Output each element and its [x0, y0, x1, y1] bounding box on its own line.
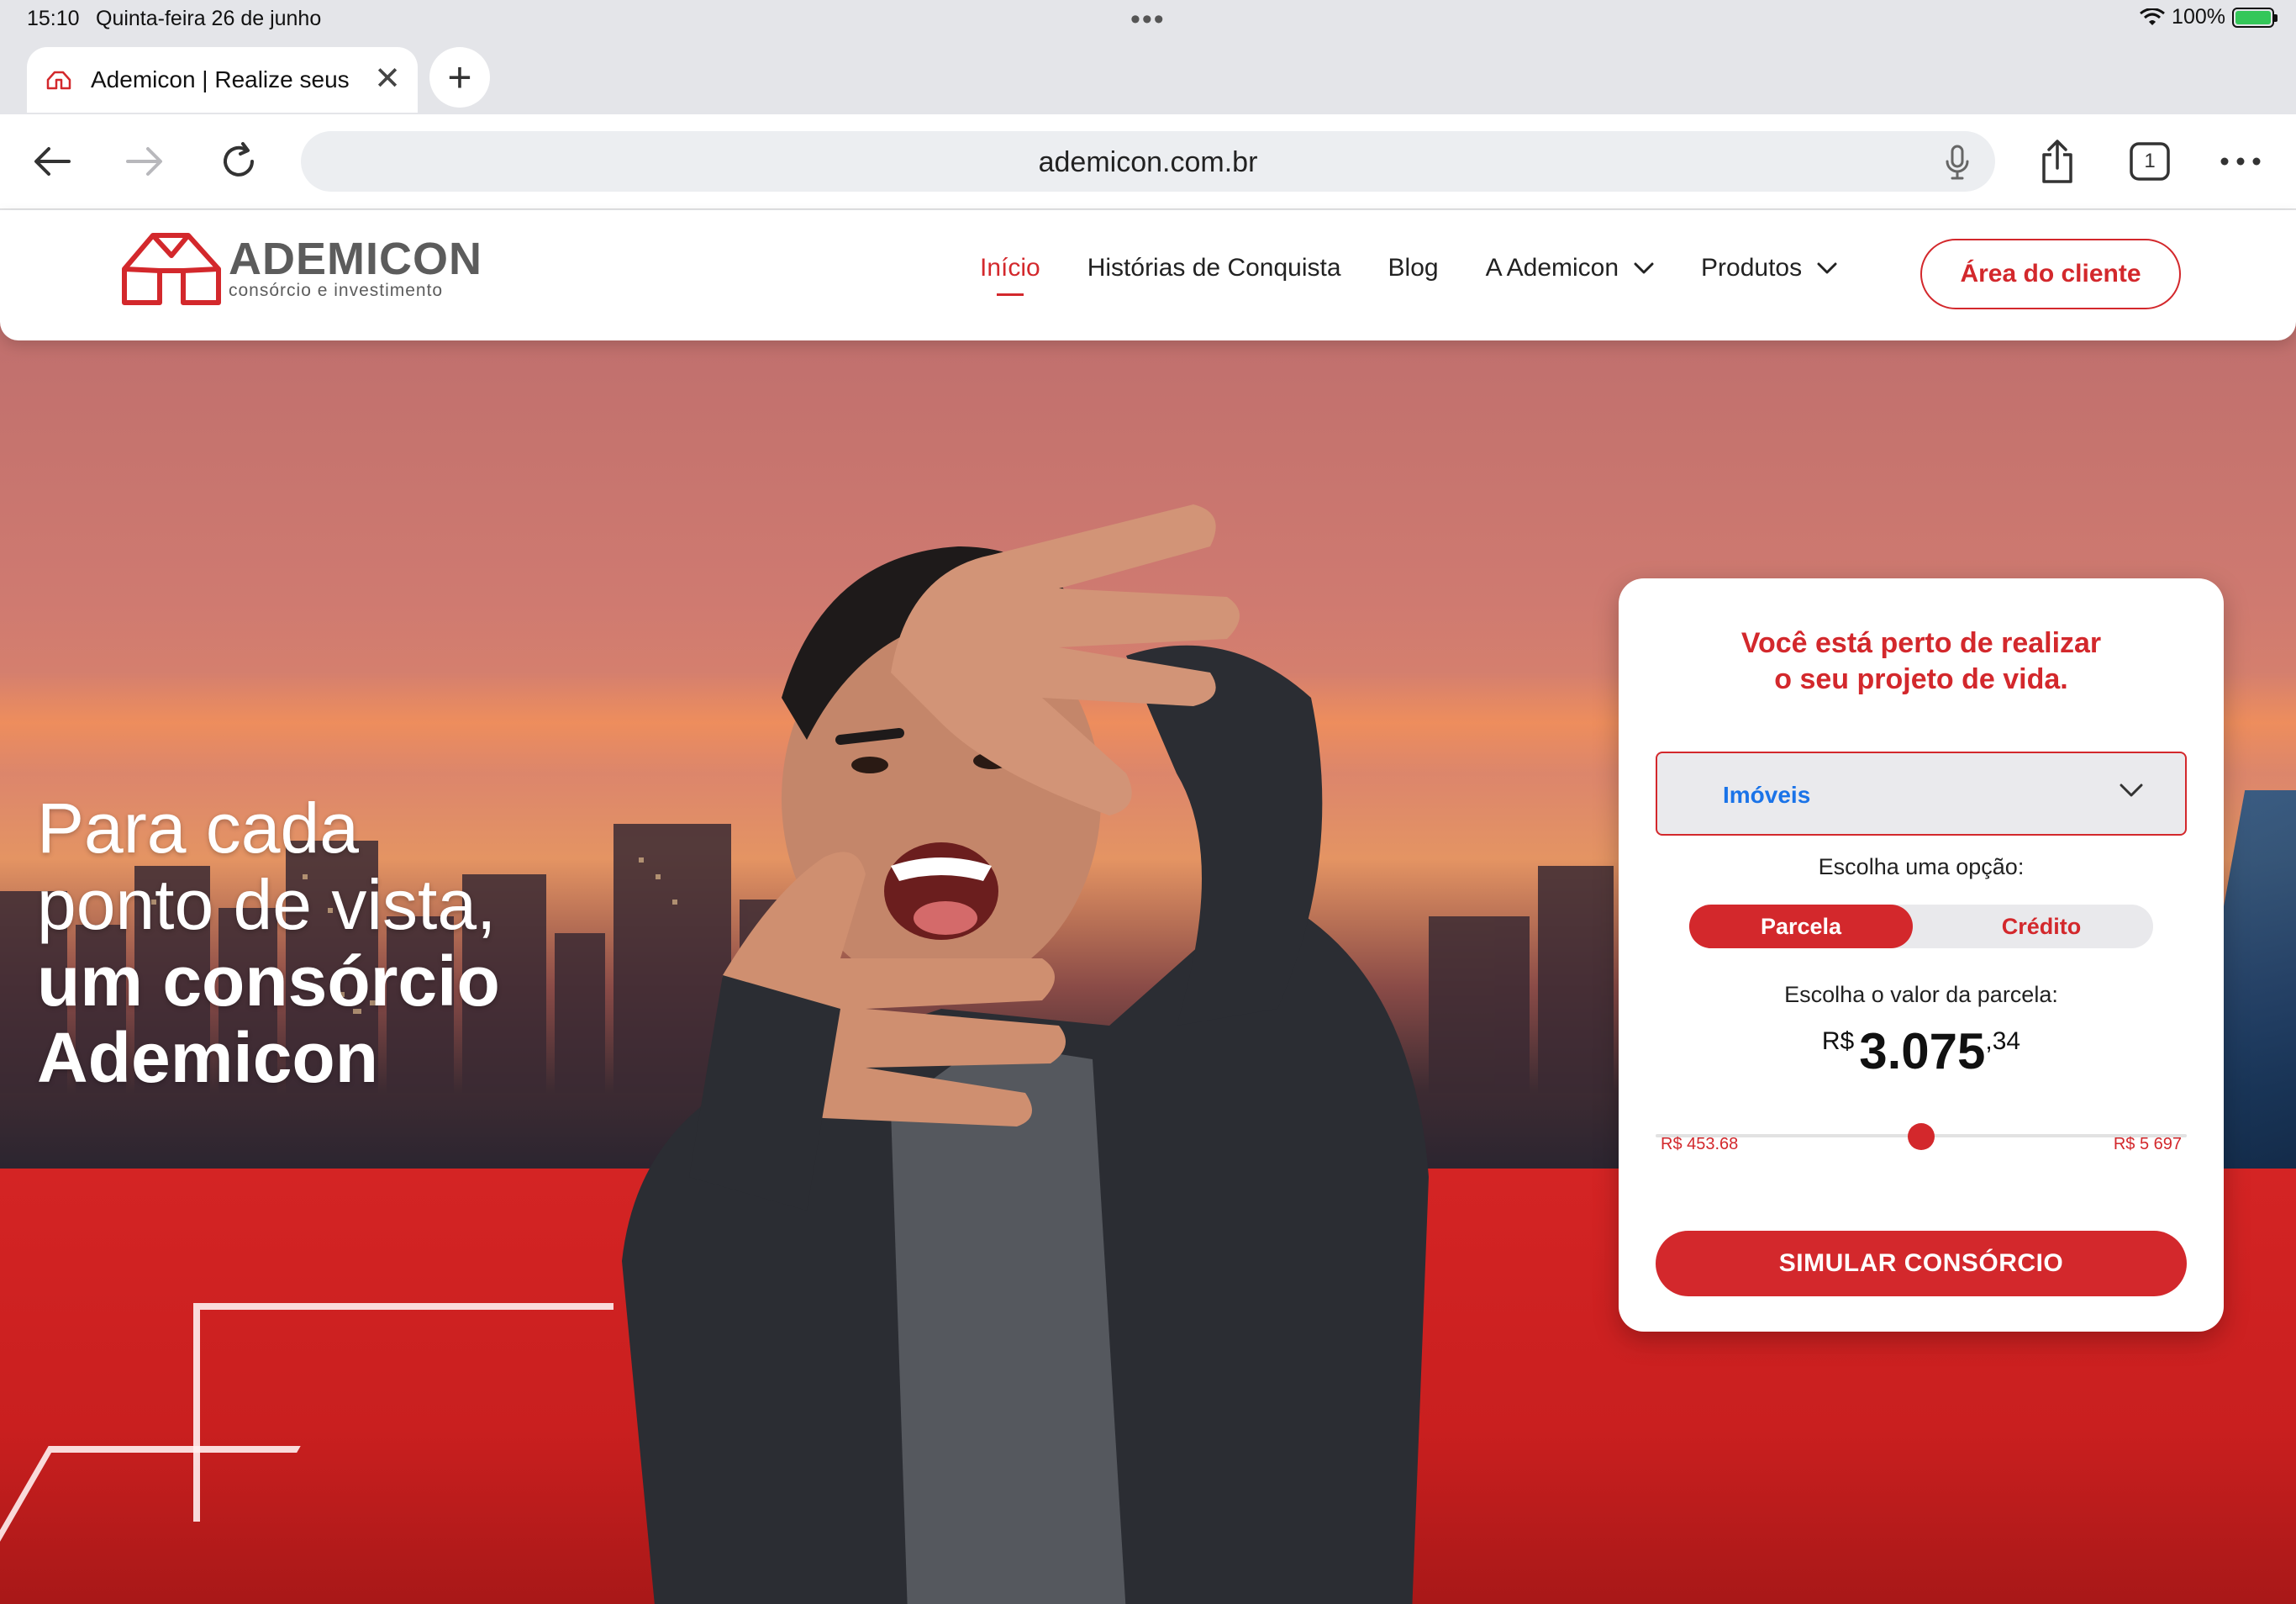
microphone-icon[interactable]: [1945, 145, 1970, 180]
presenter-photo: [622, 504, 1429, 1604]
option-label: Escolha uma opção:: [1818, 854, 2025, 879]
main-nav: Início Histórias de Conquista Blog A Ade…: [980, 254, 1884, 296]
battery-icon: [2232, 7, 2278, 28]
browser-tab[interactable]: Ademicon | Realize seus ✕: [27, 47, 418, 113]
nav-label: A Ademicon: [1485, 254, 1619, 282]
status-date: Quinta-feira 26 de junho: [96, 7, 322, 30]
logo-tagline: consórcio e investimento: [229, 281, 444, 300]
site-header: ADEMICON consórcio e investimento Início…: [0, 210, 2296, 340]
close-tab-icon[interactable]: ✕: [374, 62, 401, 96]
status-time: 15:10: [27, 7, 80, 30]
multitasking-dots-icon[interactable]: •••: [1130, 3, 1166, 36]
option-credito[interactable]: Crédito: [1930, 905, 2153, 948]
nav-item-inicio[interactable]: Início: [980, 254, 1040, 296]
value-currency: R$: [1821, 1027, 1855, 1055]
slider-min-label: R$ 453.68: [1661, 1135, 1739, 1153]
browser-toolbar: ademicon.com.br 1: [0, 114, 2296, 209]
battery-percent: 100%: [2172, 5, 2225, 29]
url-text: ademicon.com.br: [1038, 146, 1258, 178]
slider-max-label: R$ 5 697: [2113, 1135, 2182, 1153]
hero-line-1: Para cada: [37, 789, 359, 868]
value-label: Escolha o valor da parcela:: [1784, 982, 2058, 1007]
slider-thumb[interactable]: [1908, 1123, 1935, 1150]
wifi-icon: [2140, 8, 2165, 25]
status-right: 100%: [2140, 5, 2278, 29]
new-tab-button[interactable]: +: [429, 47, 490, 108]
tab-strip: Ademicon | Realize seus ✕ +: [0, 42, 2296, 114]
nav-label: Blog: [1388, 254, 1439, 282]
value-decimals: ,34: [1985, 1027, 2021, 1055]
nav-item-historias[interactable]: Histórias de Conquista: [1087, 254, 1341, 282]
chevron-down-icon: [1817, 262, 1837, 274]
tabs-count: 1: [2144, 150, 2156, 172]
hero-line-2: ponto de vista,: [37, 865, 497, 944]
selected-value: R$ 3.075,34: [1619, 1022, 2224, 1080]
chevron-down-icon: [2120, 784, 2143, 797]
simulator-title: Você está perto de realizar o seu projet…: [1619, 625, 2224, 698]
client-area-button[interactable]: Área do cliente: [1920, 239, 2181, 309]
ademicon-favicon-icon: [46, 71, 71, 90]
nav-item-blog[interactable]: Blog: [1388, 254, 1439, 282]
tabs-overview-button[interactable]: 1: [2123, 135, 2177, 188]
status-bar: 15:10 Quinta-feira 26 de junho ••• 100%: [0, 0, 2296, 42]
tab-title: Ademicon | Realize seus: [91, 66, 350, 92]
consortium-simulator-card: Você está perto de realizar o seu projet…: [1619, 578, 2224, 1332]
ademicon-house-logo-icon: [122, 233, 221, 305]
simulator-title-line-2: o seu projeto de vida.: [1774, 663, 2068, 695]
hero-line-4: Ademicon: [37, 1018, 379, 1097]
logo-name: ADEMICON: [229, 234, 482, 284]
option-parcela[interactable]: Parcela: [1689, 905, 1913, 948]
forward-icon[interactable]: [118, 135, 171, 188]
nav-item-produtos[interactable]: Produtos: [1701, 254, 1837, 282]
reload-icon[interactable]: [212, 135, 266, 188]
ademicon-logo[interactable]: ADEMICON consórcio e investimento: [118, 227, 482, 309]
value-integer: 3.075: [1859, 1023, 1986, 1079]
category-select[interactable]: Imóveis: [1656, 752, 2187, 836]
more-options-icon[interactable]: [2214, 135, 2267, 188]
option-toggle: Parcela Crédito: [1689, 905, 2153, 948]
nav-label: Produtos: [1701, 254, 1803, 282]
hero-headline: Para cada ponto de vista, um consórcio A…: [37, 790, 642, 1096]
share-icon[interactable]: [2030, 135, 2084, 188]
nav-label: Início: [980, 254, 1040, 282]
simulate-button[interactable]: SIMULAR CONSÓRCIO: [1656, 1231, 2187, 1296]
nav-item-a-ademicon[interactable]: A Ademicon: [1486, 254, 1654, 282]
back-icon[interactable]: [25, 135, 79, 188]
hero-line-3: um consórcio: [37, 942, 500, 1021]
nav-label: Histórias de Conquista: [1087, 254, 1341, 282]
address-bar[interactable]: ademicon.com.br: [301, 131, 1995, 192]
simulator-title-line-1: Você está perto de realizar: [1740, 627, 2102, 659]
category-selected: Imóveis: [1723, 782, 1811, 808]
chevron-down-icon: [1634, 262, 1654, 274]
